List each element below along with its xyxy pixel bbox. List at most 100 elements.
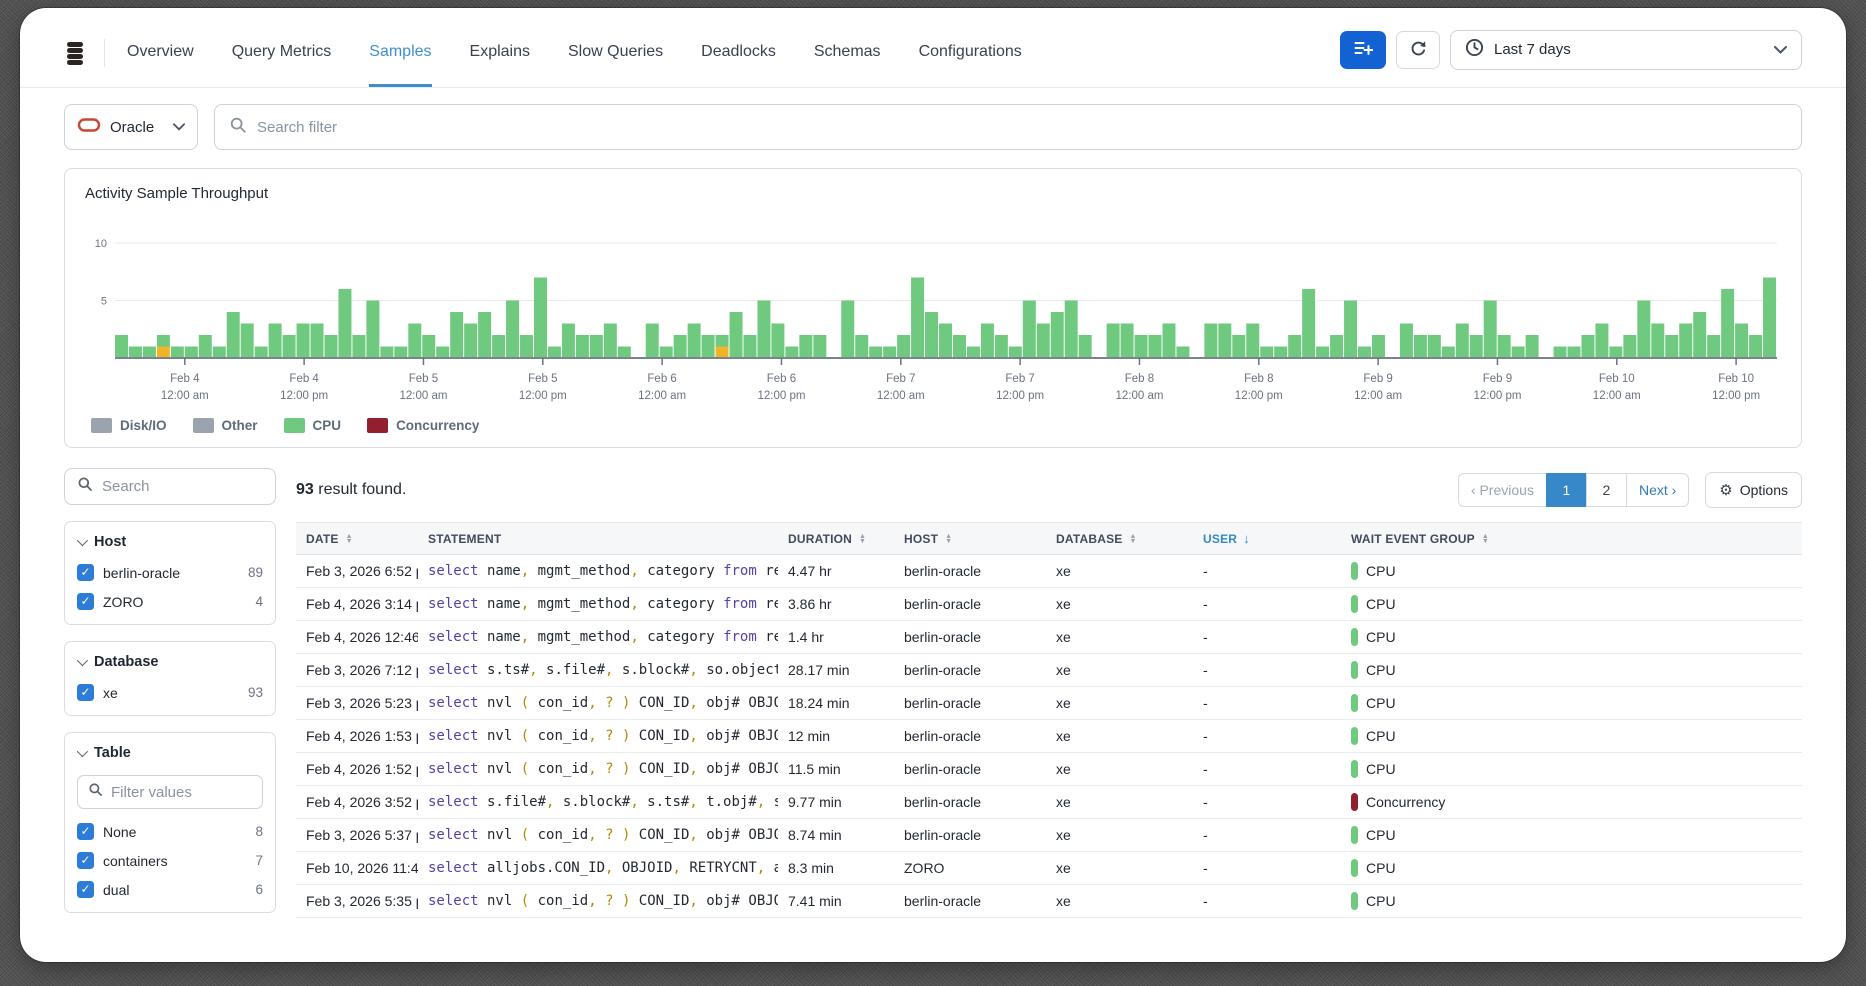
checkbox[interactable]: ✓ — [77, 823, 94, 840]
chart-bar-cpu[interactable] — [1232, 335, 1245, 358]
tab-configurations[interactable]: Configurations — [919, 18, 1022, 87]
tab-samples[interactable]: Samples — [369, 18, 431, 87]
column-header-user[interactable]: USER↓ — [1193, 523, 1341, 555]
chart-bar-cpu[interactable] — [157, 335, 170, 347]
chart-bar-cpu[interactable] — [311, 324, 324, 359]
chart-bar-cpu[interactable] — [1442, 347, 1455, 359]
chart-bar-cpu[interactable] — [1274, 347, 1287, 359]
filter-group-header-host[interactable]: Host — [65, 522, 275, 558]
chart-bar-cpu[interactable] — [1763, 278, 1776, 359]
filter-item-containers[interactable]: ✓containers7 — [65, 846, 275, 875]
chart-bar-cpu[interactable] — [1498, 335, 1511, 358]
filter-group-header-table[interactable]: Table — [65, 733, 275, 769]
chart-bar-other[interactable] — [716, 347, 729, 359]
chart-bar-cpu[interactable] — [785, 347, 798, 359]
chart-bar-cpu[interactable] — [1609, 347, 1622, 359]
chart-bar-cpu[interactable] — [366, 301, 379, 359]
chart-bar-cpu[interactable] — [1721, 289, 1734, 358]
table-filter-input[interactable] — [111, 784, 310, 801]
chart-bar-cpu[interactable] — [436, 347, 449, 359]
tab-deadlocks[interactable]: Deadlocks — [701, 18, 776, 87]
chart-bar-cpu[interactable] — [646, 324, 659, 359]
page-button-1[interactable]: 1 — [1546, 473, 1586, 507]
legend-item-other[interactable]: Other — [193, 418, 258, 433]
chart-bar-cpu[interactable] — [967, 347, 980, 359]
chart-bar-cpu[interactable] — [1302, 289, 1315, 358]
chart-bar-cpu[interactable] — [981, 324, 994, 359]
chart-bar-cpu[interactable] — [283, 335, 296, 358]
table-row[interactable]: Feb 10, 2026 11:47 amselect alljobs.CON_… — [296, 852, 1802, 885]
chart-bar-cpu[interactable] — [1568, 347, 1581, 359]
chart-bar-cpu[interactable] — [199, 335, 212, 358]
chart-bar-cpu[interactable] — [1372, 335, 1385, 358]
chart-bar-cpu[interactable] — [799, 335, 812, 358]
chart-bar-cpu[interactable] — [394, 347, 407, 359]
chart-bar-cpu[interactable] — [1330, 335, 1343, 358]
tab-schemas[interactable]: Schemas — [814, 18, 881, 87]
chart-bar-cpu[interactable] — [1037, 324, 1050, 359]
chart-bar-cpu[interactable] — [897, 335, 910, 358]
filter-group-header-database[interactable]: Database — [65, 642, 275, 678]
chart-bar-other[interactable] — [157, 347, 170, 359]
filter-item-berlin-oracle[interactable]: ✓berlin-oracle89 — [65, 558, 275, 587]
chart-bar-cpu[interactable] — [422, 335, 435, 358]
chart-bar-cpu[interactable] — [1176, 347, 1189, 359]
chart-bar-cpu[interactable] — [730, 312, 743, 358]
chart-bar-cpu[interactable] — [1637, 301, 1650, 359]
chart-bar-cpu[interactable] — [129, 347, 142, 359]
chart-bar-cpu[interactable] — [618, 347, 631, 359]
engine-select[interactable]: Oracle — [64, 104, 198, 150]
chart-bar-cpu[interactable] — [1065, 301, 1078, 359]
chart-bar-cpu[interactable] — [548, 347, 561, 359]
chart-bar-cpu[interactable] — [1260, 347, 1273, 359]
column-header-wait-event-group[interactable]: WAIT EVENT GROUP▲▼ — [1341, 523, 1802, 555]
chart-bar-cpu[interactable] — [492, 335, 505, 358]
chart-bar-cpu[interactable] — [1651, 324, 1664, 359]
column-header-host[interactable]: HOST▲▼ — [894, 523, 1046, 555]
chart-bar-cpu[interactable] — [1693, 312, 1706, 358]
checkbox[interactable]: ✓ — [77, 881, 94, 898]
chart-bar-cpu[interactable] — [1484, 301, 1497, 359]
chart-bar-cpu[interactable] — [743, 335, 756, 358]
chart-bar-cpu[interactable] — [1121, 324, 1134, 359]
chart-bar-cpu[interactable] — [506, 301, 519, 359]
chart-bar-cpu[interactable] — [1707, 335, 1720, 358]
checkbox[interactable]: ✓ — [77, 852, 94, 869]
chart-bar-cpu[interactable] — [1051, 312, 1064, 358]
chart-bar-cpu[interactable] — [1456, 324, 1469, 359]
table-row[interactable]: Feb 4, 2026 3:52 pmselect s.file#, s.blo… — [296, 786, 1802, 819]
checkbox[interactable]: ✓ — [77, 564, 94, 581]
chart-bar-cpu[interactable] — [213, 347, 226, 359]
chart-bar-cpu[interactable] — [813, 335, 826, 358]
chart-bar-cpu[interactable] — [1679, 324, 1692, 359]
sidebar-search-input[interactable] — [102, 478, 301, 495]
table-row[interactable]: Feb 3, 2026 6:52 pmselect name, mgmt_met… — [296, 555, 1802, 588]
tab-query-metrics[interactable]: Query Metrics — [232, 18, 332, 87]
chart-bar-cpu[interactable] — [1023, 301, 1036, 359]
table-row[interactable]: Feb 3, 2026 5:35 pmselect nvl ( con_id, … — [296, 885, 1802, 918]
chart-bar-cpu[interactable] — [771, 324, 784, 359]
table-row[interactable]: Feb 4, 2026 1:52 pmselect nvl ( con_id, … — [296, 753, 1802, 786]
chart-bar-cpu[interactable] — [1079, 335, 1092, 358]
chart-bar-cpu[interactable] — [1218, 324, 1231, 359]
chart-bar-cpu[interactable] — [1554, 347, 1567, 359]
chart-bar-cpu[interactable] — [702, 335, 715, 358]
chart-bar-cpu[interactable] — [380, 347, 393, 359]
checkbox[interactable]: ✓ — [77, 684, 94, 701]
chart-bar-cpu[interactable] — [953, 335, 966, 358]
chart-bar-cpu[interactable] — [1749, 335, 1762, 358]
table-row[interactable]: Feb 3, 2026 5:37 pmselect nvl ( con_id, … — [296, 819, 1802, 852]
chart-bar-cpu[interactable] — [883, 347, 896, 359]
table-row[interactable]: Feb 3, 2026 5:23 pmselect nvl ( con_id, … — [296, 687, 1802, 720]
chart-bar-cpu[interactable] — [520, 335, 533, 358]
chart-bar-cpu[interactable] — [478, 312, 491, 358]
chart-bar-cpu[interactable] — [716, 335, 729, 347]
chart-bar-cpu[interactable] — [1735, 324, 1748, 359]
chart-bar-cpu[interactable] — [269, 324, 282, 359]
chart-bar-cpu[interactable] — [995, 335, 1008, 358]
chart-bar-cpu[interactable] — [1246, 324, 1259, 359]
add-filter-button[interactable] — [1340, 31, 1386, 69]
chart-bar-cpu[interactable] — [171, 347, 184, 359]
filter-item-dual[interactable]: ✓dual6 — [65, 875, 275, 904]
table-row[interactable]: Feb 4, 2026 3:14 pmselect name, mgmt_met… — [296, 588, 1802, 621]
